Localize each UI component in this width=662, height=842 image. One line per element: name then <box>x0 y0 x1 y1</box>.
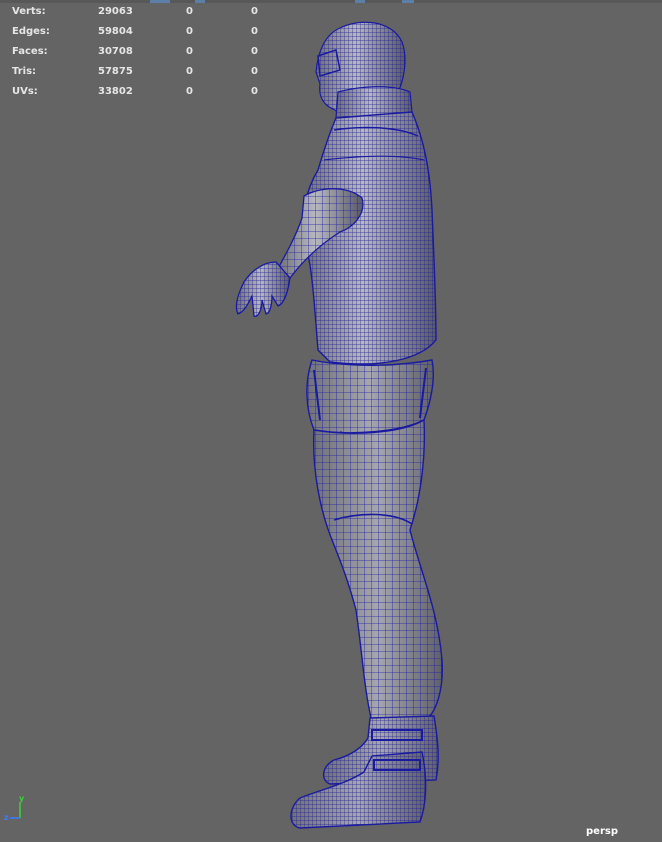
stat-value: 30708 <box>98 46 133 57</box>
axis-gizmo-icon: y z <box>4 794 25 822</box>
stat-value: 0 <box>251 46 258 57</box>
model-boots[interactable] <box>290 715 439 829</box>
stat-row-tris: Tris: 57875 0 0 <box>0 65 300 79</box>
character-model[interactable] <box>0 0 662 842</box>
stat-value: 0 <box>251 6 258 17</box>
poly-count-hud: Verts: 29063 0 0 Edges: 59804 0 0 Faces:… <box>0 0 300 110</box>
stat-value: 0 <box>186 46 193 57</box>
stat-row-verts: Verts: 29063 0 0 <box>0 5 300 19</box>
stat-value: 0 <box>186 86 193 97</box>
stat-label: Edges: <box>12 26 50 37</box>
model-leg[interactable] <box>312 418 444 723</box>
stat-value: 29063 <box>98 6 133 17</box>
stat-value: 0 <box>251 86 258 97</box>
stat-value: 0 <box>186 66 193 77</box>
model-head[interactable] <box>315 21 413 121</box>
stat-label: Tris: <box>12 66 37 77</box>
stat-label: Verts: <box>12 6 46 17</box>
stat-value: 0 <box>186 6 193 17</box>
stat-row-faces: Faces: 30708 0 0 <box>0 45 300 59</box>
stat-value: 0 <box>186 26 193 37</box>
stat-row-uvs: UVs: 33802 0 0 <box>0 85 300 99</box>
stat-value: 0 <box>251 66 258 77</box>
stat-row-edges: Edges: 59804 0 0 <box>0 25 300 39</box>
stat-value: 0 <box>251 26 258 37</box>
stat-label: Faces: <box>12 46 48 57</box>
stat-value: 59804 <box>98 26 133 37</box>
viewport-persp[interactable]: Verts: 29063 0 0 Edges: 59804 0 0 Faces:… <box>0 0 662 842</box>
stat-label: UVs: <box>12 86 38 97</box>
axis-z-label: z <box>4 813 9 822</box>
axis-y-label: y <box>19 794 25 803</box>
camera-name-label: persp <box>586 826 618 837</box>
stat-value: 33802 <box>98 86 133 97</box>
stat-value: 57875 <box>98 66 133 77</box>
